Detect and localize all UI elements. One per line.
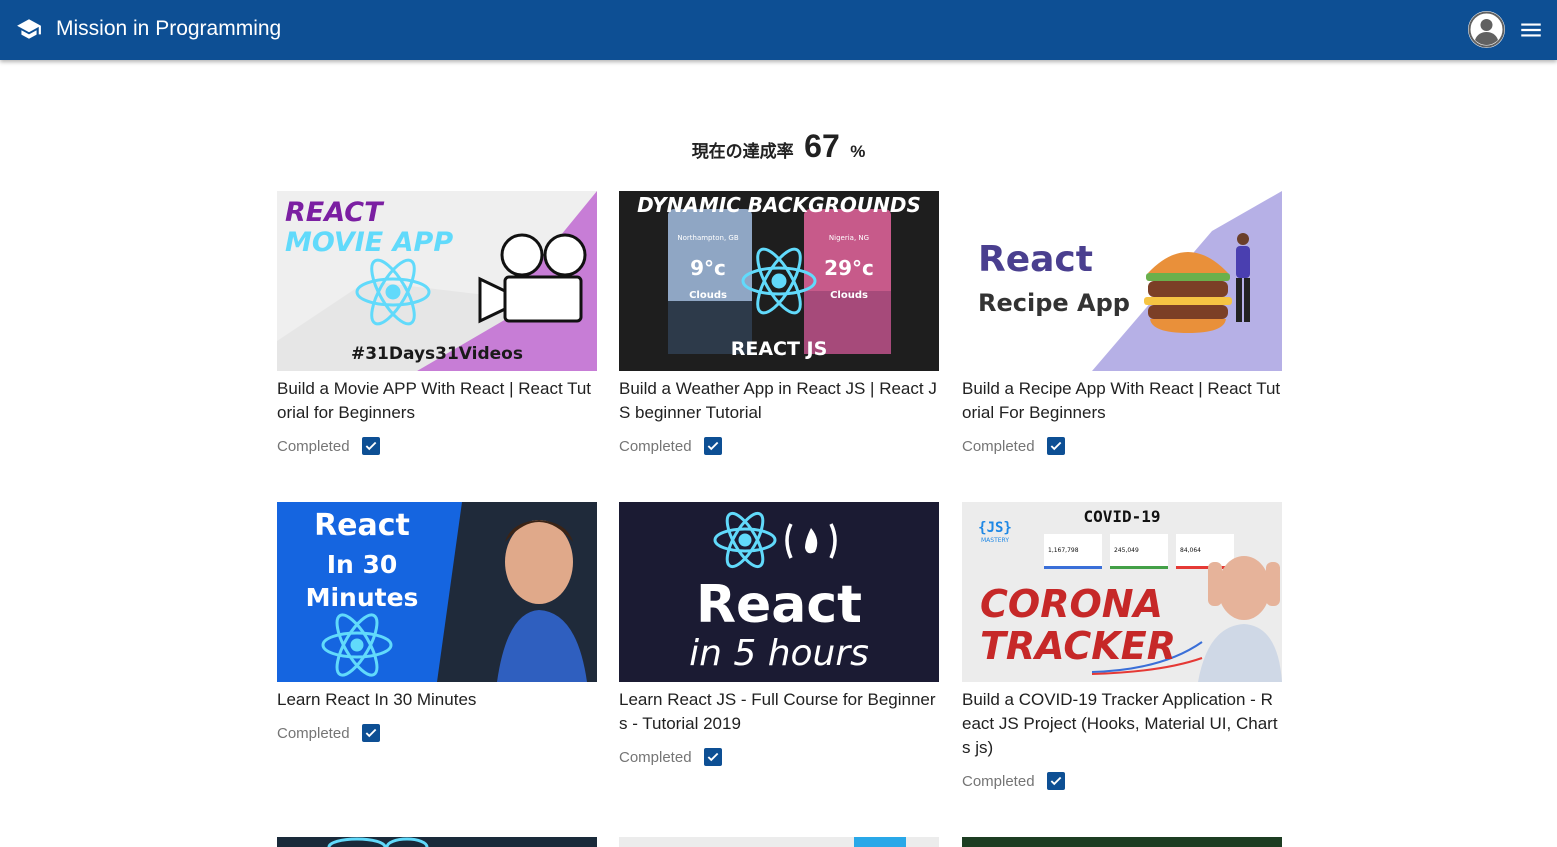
completed-checkbox[interactable] <box>361 724 380 742</box>
completion-status-label: Completed <box>619 748 692 766</box>
app-title[interactable]: Mission in Programming <box>56 16 281 42</box>
checkmark-icon <box>707 752 718 762</box>
graduation-cap-icon[interactable] <box>16 16 42 42</box>
completed-checkbox[interactable] <box>1046 437 1065 455</box>
completion-status: Completed <box>619 436 722 456</box>
thumb-footer: REACT JS <box>731 338 828 360</box>
thumb-left-city: Northampton, GB <box>677 234 738 242</box>
completion-status: Completed <box>619 747 722 767</box>
thumb-heading: DYNAMIC BACKGROUNDS <box>637 193 921 217</box>
video-thumbnail[interactable]: React Recipe App <box>962 191 1282 371</box>
achievement-rate-value: 67 <box>804 128 840 164</box>
thumb-right-temp: 29°c <box>824 256 874 280</box>
completion-status: Completed <box>277 436 380 456</box>
video-thumbnail[interactable]: React In 30 Minutes <box>277 502 597 682</box>
thumb-stat-infected: 1,167,798 <box>1048 547 1079 554</box>
achievement-rate: 現在の達成率 67 % <box>0 128 1557 165</box>
thumb-title-line2: MOVIE APP <box>285 227 453 258</box>
account-circle-icon <box>1468 11 1505 48</box>
video-thumbnail[interactable] <box>619 837 939 847</box>
completion-status: Completed <box>962 771 1065 791</box>
video-thumbnail[interactable]: React in 5 hours <box>619 502 939 682</box>
video-thumbnail[interactable] <box>277 837 597 847</box>
thumb-title-line2: Recipe App <box>978 289 1130 317</box>
thumb-hashtag: #31Days31Videos <box>351 344 523 364</box>
video-thumbnail[interactable]: REACT MOVIE APP #31Days31Videos <box>277 191 597 371</box>
video-title[interactable]: Learn React In 30 Minutes <box>277 688 597 712</box>
completion-status-label: Completed <box>277 724 350 742</box>
account-avatar-button[interactable] <box>1468 11 1505 48</box>
checkmark-icon <box>1050 776 1061 786</box>
thumb-title-line2: In 30 <box>327 550 398 579</box>
video-thumbnail[interactable]: DYNAMIC BACKGROUNDS Northampton, GB 9°c … <box>619 191 939 371</box>
completion-status-label: Completed <box>962 772 1035 790</box>
thumb-left-temp: 9°c <box>690 256 726 280</box>
checkmark-icon <box>365 441 376 451</box>
video-title[interactable]: Build a COVID-19 Tracker Application - R… <box>962 688 1282 760</box>
thumb-title-line2: in 5 hours <box>689 633 869 674</box>
thumb-left-cond: Clouds <box>689 290 727 301</box>
video-thumbnail[interactable] <box>962 837 1282 847</box>
thumb-title-line1: React <box>314 508 410 543</box>
completion-status: Completed <box>962 436 1065 456</box>
completion-status-label: Completed <box>962 437 1035 455</box>
completion-status-label: Completed <box>619 437 692 455</box>
thumb-title-line1: CORONA <box>980 582 1163 626</box>
completed-checkbox[interactable] <box>703 748 722 766</box>
video-title[interactable]: Build a Recipe App With React | React Tu… <box>962 377 1282 425</box>
thumb-title-line2: TRACKER <box>980 624 1176 668</box>
completion-status: Completed <box>277 723 380 743</box>
completed-checkbox[interactable] <box>703 437 722 455</box>
thumb-title-line1: REACT <box>285 197 385 228</box>
video-title[interactable]: Build a Movie APP With React | React Tut… <box>277 377 597 425</box>
thumb-badge: {JS} <box>978 520 1012 536</box>
checkmark-icon <box>1050 441 1061 451</box>
thumb-stat-recovered: 245,049 <box>1114 547 1139 554</box>
thumb-right-cond: Clouds <box>830 290 868 301</box>
thumb-title-line3: Minutes <box>306 583 419 612</box>
checkmark-icon <box>365 728 376 738</box>
completed-checkbox[interactable] <box>1046 772 1065 790</box>
thumb-title-line1: React <box>696 575 862 635</box>
achievement-rate-label: 現在の達成率 <box>691 142 794 161</box>
achievement-rate-unit: % <box>850 142 866 161</box>
checkmark-icon <box>707 441 718 451</box>
completed-checkbox[interactable] <box>361 437 380 455</box>
thumb-stat-deaths: 84,064 <box>1180 547 1201 554</box>
thumb-right-city: Nigeria, NG <box>829 234 869 242</box>
video-thumbnail[interactable]: COVID-19 {JS} MASTERY 1,167,798 245,049 … <box>962 502 1282 682</box>
completion-status-label: Completed <box>277 437 350 455</box>
thumb-badge-sub: MASTERY <box>981 537 1009 544</box>
video-title[interactable]: Learn React JS - Full Course for Beginne… <box>619 688 939 736</box>
app-bar: Mission in Programming <box>0 0 1557 60</box>
thumb-heading: COVID-19 <box>1083 507 1160 526</box>
video-title[interactable]: Build a Weather App in React JS | React … <box>619 377 939 425</box>
thumb-title-line1: React <box>978 239 1093 280</box>
hamburger-menu-icon[interactable] <box>1518 17 1544 43</box>
